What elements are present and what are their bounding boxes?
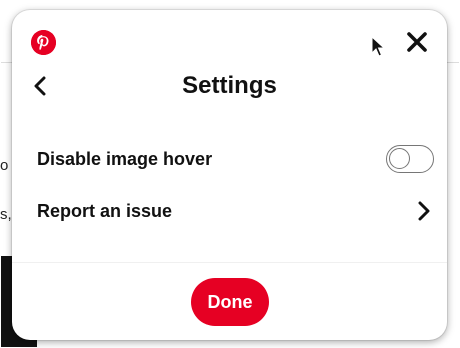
page-title: Settings — [182, 72, 277, 99]
setting-row-disable-image-hover[interactable]: Disable image hover — [37, 141, 434, 177]
disable-image-hover-toggle[interactable] — [386, 145, 434, 173]
footer-divider — [12, 262, 447, 263]
setting-label: Disable image hover — [37, 148, 213, 169]
setting-row-report-issue[interactable]: Report an issue — [37, 193, 432, 229]
settings-popup: Settings Disable image hover Report an i… — [12, 10, 447, 340]
pinterest-logo-icon — [31, 30, 56, 55]
done-button[interactable]: Done — [191, 278, 269, 326]
setting-label: Report an issue — [37, 200, 173, 221]
close-icon — [407, 32, 427, 52]
close-button[interactable] — [403, 28, 431, 56]
toggle-knob — [389, 148, 410, 169]
background-text-fragment: o — [0, 157, 9, 174]
background-text-fragment: s, — [0, 206, 12, 223]
chevron-right-icon — [414, 197, 434, 225]
mouse-cursor-icon — [371, 36, 385, 57]
